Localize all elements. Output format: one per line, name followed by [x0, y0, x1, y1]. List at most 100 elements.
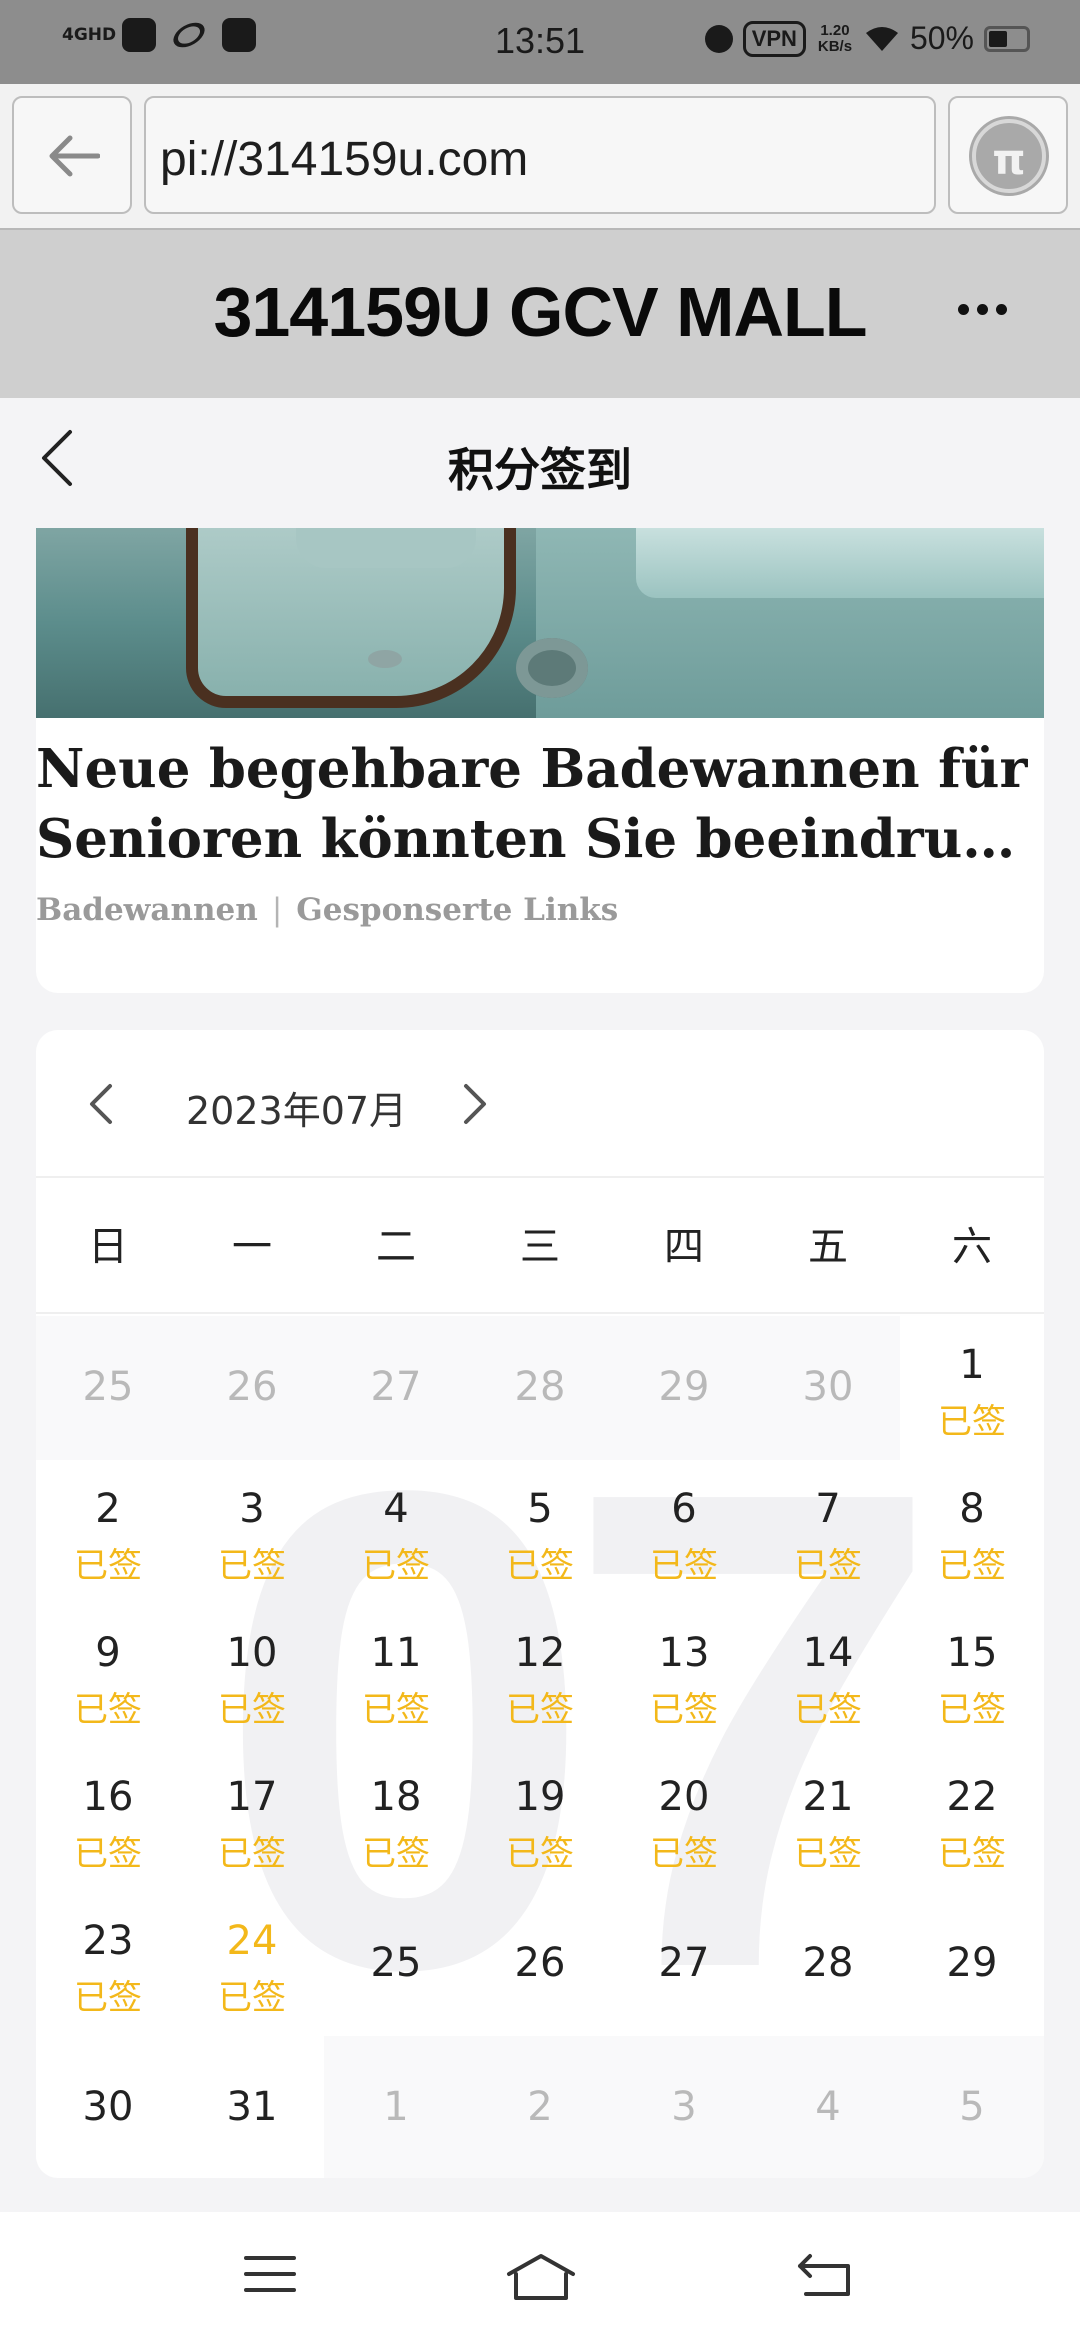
- browser-back-button[interactable]: [12, 96, 132, 214]
- calendar-day[interactable]: 12 已签: [468, 1604, 612, 1748]
- calendar-navigation: 2023年07月: [36, 1030, 1044, 1178]
- next-month-button[interactable]: [460, 1082, 490, 1130]
- signed-in-label: 已签: [218, 1834, 286, 1874]
- sponsored-ad-card[interactable]: Neue begehbare Badewannen für Senioren k…: [36, 528, 1044, 993]
- signed-in-label: 已签: [794, 1690, 862, 1730]
- day-number: 30: [82, 2084, 134, 2130]
- address-bar[interactable]: pi://314159u.com: [144, 96, 936, 214]
- calendar-day[interactable]: 15 已签: [900, 1604, 1044, 1748]
- day-number: 14: [802, 1630, 854, 1676]
- calendar-day[interactable]: 18 已签: [324, 1748, 468, 1892]
- calendar-day[interactable]: 10 已签: [180, 1604, 324, 1748]
- bathtub-water: [636, 528, 1044, 598]
- site-header: 314159U GCV MALL: [0, 230, 1080, 398]
- calendar-day-other-month[interactable]: 26: [180, 1316, 324, 1460]
- ad-source: Badewannen: [36, 892, 258, 928]
- day-number: 6: [671, 1486, 697, 1532]
- calendar-day[interactable]: 28: [756, 1892, 900, 2036]
- calendar-day[interactable]: 26: [468, 1892, 612, 2036]
- calendar-day[interactable]: 4 已签: [324, 1460, 468, 1604]
- day-number: 8: [959, 1486, 985, 1532]
- calendar-day[interactable]: 19 已签: [468, 1748, 612, 1892]
- day-number: 1: [959, 1342, 985, 1388]
- calendar-day[interactable]: 30: [36, 2036, 180, 2178]
- calendar-day-other-month[interactable]: 25: [36, 1316, 180, 1460]
- system-back-button[interactable]: [796, 2252, 852, 2302]
- day-number: 2: [527, 2084, 553, 2130]
- calendar-day[interactable]: 16 已签: [36, 1748, 180, 1892]
- calendar-day-other-month[interactable]: 3: [612, 2036, 756, 2178]
- page-title: 积分签到: [448, 443, 632, 497]
- calendar-day-other-month[interactable]: 5: [900, 2036, 1044, 2178]
- day-number: 27: [658, 1940, 710, 1986]
- bathtub-inner: [296, 528, 476, 568]
- weekday-wed: 三: [520, 1224, 560, 1270]
- calendar-day[interactable]: 27: [612, 1892, 756, 2036]
- calendar-day-other-month[interactable]: 4: [756, 2036, 900, 2178]
- day-number: 19: [514, 1774, 566, 1820]
- previous-month-button[interactable]: [86, 1082, 116, 1130]
- weekday-fri: 五: [808, 1224, 848, 1270]
- recent-apps-button[interactable]: [244, 2252, 296, 2300]
- calendar-day[interactable]: 7 已签: [756, 1460, 900, 1604]
- day-number: 30: [802, 1364, 854, 1410]
- day-number: 29: [658, 1364, 710, 1410]
- speed-value: 1.20: [820, 21, 850, 39]
- weekday-sat: 六: [952, 1224, 992, 1270]
- calendar-day[interactable]: 9 已签: [36, 1604, 180, 1748]
- calendar-day-other-month[interactable]: 30: [756, 1316, 900, 1460]
- day-number: 9: [95, 1630, 121, 1676]
- calendar-day[interactable]: 25: [324, 1892, 468, 2036]
- calendar-day[interactable]: 22 已签: [900, 1748, 1044, 1892]
- calendar-day[interactable]: 5 已签: [468, 1460, 612, 1604]
- calendar-day-other-month[interactable]: 29: [612, 1316, 756, 1460]
- ad-headline[interactable]: Neue begehbare Badewannen für Senioren k…: [36, 734, 1044, 874]
- day-number: 1: [383, 2084, 409, 2130]
- calendar-day-other-month[interactable]: 27: [324, 1316, 468, 1460]
- calendar-day[interactable]: 29: [900, 1892, 1044, 2036]
- calendar-day[interactable]: 13 已签: [612, 1604, 756, 1748]
- calendar-day[interactable]: 31: [180, 2036, 324, 2178]
- day-number: 5: [959, 2084, 985, 2130]
- calendar-day[interactable]: 17 已签: [180, 1748, 324, 1892]
- chevron-left-icon: [90, 1084, 112, 1124]
- signed-in-label: 已签: [938, 1402, 1006, 1442]
- ad-image[interactable]: [36, 528, 1044, 718]
- calendar-day-other-month[interactable]: 1: [324, 2036, 468, 2178]
- day-number: 3: [671, 2084, 697, 2130]
- day-number: 26: [226, 1364, 278, 1410]
- battery-icon: [984, 25, 1030, 52]
- calendar-day[interactable]: 3 已签: [180, 1460, 324, 1604]
- signed-in-label: 已签: [218, 1690, 286, 1730]
- chevron-right-icon: [464, 1084, 486, 1124]
- calendar-day-other-month[interactable]: 28: [468, 1316, 612, 1460]
- calendar-day-today[interactable]: 24 已签: [180, 1892, 324, 2036]
- more-options-button[interactable]: [958, 304, 1007, 315]
- day-number: 25: [370, 1940, 422, 1986]
- pi-wallet-button[interactable]: π: [948, 96, 1068, 214]
- menu-icon: [244, 2256, 296, 2292]
- ad-source-line: Badewannen | Gesponserte Links: [36, 892, 618, 928]
- arrow-left-icon: [49, 135, 100, 177]
- calendar-day[interactable]: 20 已签: [612, 1748, 756, 1892]
- calendar-day[interactable]: 6 已签: [612, 1460, 756, 1604]
- home-button[interactable]: [506, 2252, 576, 2306]
- current-month: 2023年07月: [186, 1089, 408, 1133]
- calendar-day[interactable]: 23 已签: [36, 1892, 180, 2036]
- calendar-day[interactable]: 14 已签: [756, 1604, 900, 1748]
- dot-icon: [996, 304, 1007, 315]
- weekday-thu: 四: [664, 1224, 704, 1270]
- weekday-tue: 二: [376, 1224, 416, 1270]
- day-number: 13: [658, 1630, 710, 1676]
- day-number: 28: [514, 1364, 566, 1410]
- calendar-day[interactable]: 2 已签: [36, 1460, 180, 1604]
- calendar-day-other-month[interactable]: 2: [468, 2036, 612, 2178]
- calendar-day[interactable]: 8 已签: [900, 1460, 1044, 1604]
- day-number: 26: [514, 1940, 566, 1986]
- signed-in-label: 已签: [650, 1546, 718, 1586]
- calendar-day[interactable]: 1 已签: [900, 1316, 1044, 1460]
- calendar-day[interactable]: 11 已签: [324, 1604, 468, 1748]
- signed-in-label: 已签: [650, 1690, 718, 1730]
- day-number: 31: [226, 2084, 278, 2130]
- calendar-day[interactable]: 21 已签: [756, 1748, 900, 1892]
